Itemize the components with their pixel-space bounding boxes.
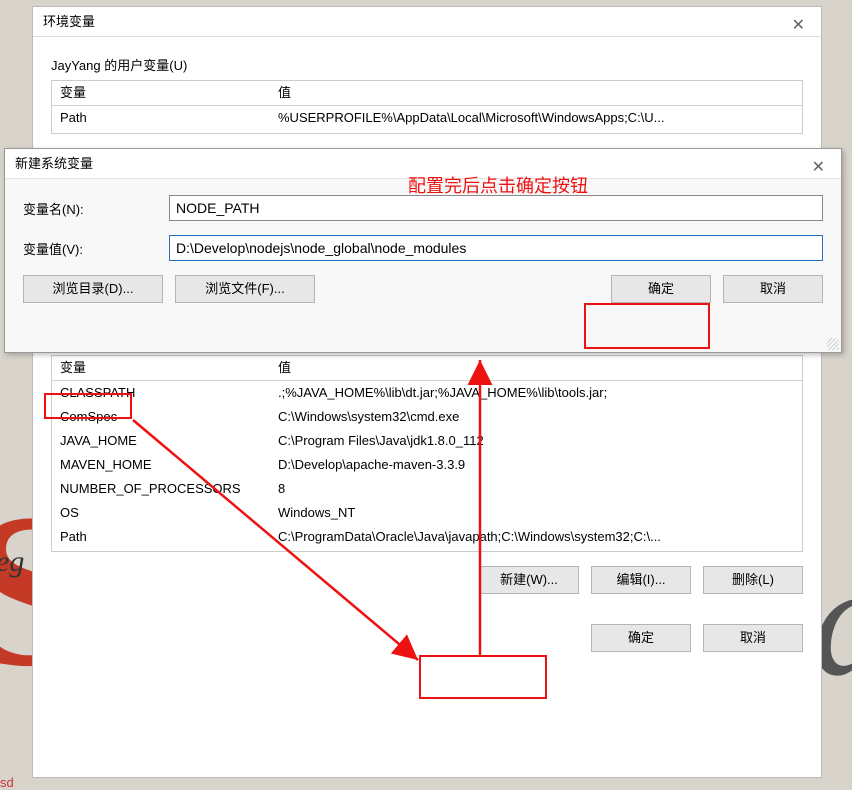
env-dialog-title: 环境变量 bbox=[43, 14, 95, 29]
close-icon[interactable]: ✕ bbox=[782, 9, 815, 43]
table-row[interactable]: JAVA_HOMEC:\Program Files\Java\jdk1.8.0_… bbox=[52, 429, 802, 453]
corner-text-sd: sd bbox=[0, 775, 14, 790]
sys-new-button[interactable]: 新建(W)... bbox=[479, 566, 579, 594]
table-row[interactable]: OSWindows_NT bbox=[52, 501, 802, 525]
table-row[interactable]: NUMBER_OF_PROCESSORS8 bbox=[52, 477, 802, 501]
resize-grip-icon[interactable] bbox=[827, 338, 839, 350]
column-header-value[interactable]: 值 bbox=[270, 81, 802, 105]
browse-directory-button[interactable]: 浏览目录(D)... bbox=[23, 275, 163, 303]
system-variables-rows[interactable]: CLASSPATH.;%JAVA_HOME%\lib\dt.jar;%JAVA_… bbox=[52, 381, 802, 551]
background-letters-eg: eg bbox=[0, 545, 24, 579]
table-row[interactable]: PathC:\ProgramData\Oracle\Java\javapath;… bbox=[52, 525, 802, 549]
cell-variable: ComSpec bbox=[52, 405, 270, 429]
variable-value-input[interactable] bbox=[169, 235, 823, 261]
cancel-button[interactable]: 取消 bbox=[723, 275, 823, 303]
cell-value: C:\ProgramData\Oracle\Java\javapath;C:\W… bbox=[270, 525, 802, 549]
cell-value: Windows_NT bbox=[270, 501, 802, 525]
cell-value: C:\Program Files\Java\jdk1.8.0_112 bbox=[270, 429, 802, 453]
new-dialog-title: 新建系统变量 bbox=[15, 156, 93, 171]
variable-name-label: 变量名(N): bbox=[23, 199, 169, 218]
cell-variable: MAVEN_HOME bbox=[52, 453, 270, 477]
sys-del-button[interactable]: 删除(L) bbox=[703, 566, 803, 594]
cell-variable: Path bbox=[52, 106, 270, 130]
browse-file-button[interactable]: 浏览文件(F)... bbox=[175, 275, 315, 303]
cell-value: .COM;.EXE;.BAT;.CMD;.VBS;.VBE;.JS;.JSE;.… bbox=[270, 549, 802, 551]
cell-variable: PATHEXT bbox=[52, 549, 270, 551]
cell-variable: JAVA_HOME bbox=[52, 429, 270, 453]
system-variables-table: 变量 值 CLASSPATH.;%JAVA_HOME%\lib\dt.jar;%… bbox=[51, 355, 803, 552]
cell-value: .;%JAVA_HOME%\lib\dt.jar;%JAVA_HOME%\lib… bbox=[270, 381, 802, 405]
new-dialog-titlebar[interactable]: 新建系统变量 ✕ bbox=[5, 149, 841, 179]
cell-value: C:\Windows\system32\cmd.exe bbox=[270, 405, 802, 429]
variable-value-label: 变量值(V): bbox=[23, 239, 169, 258]
system-variables-buttons: 新建(W)... 编辑(I)... 删除(L) bbox=[51, 566, 803, 594]
user-variables-table: 变量 值 Path %USERPROFILE%\AppData\Local\Mi… bbox=[51, 80, 803, 134]
ok-button[interactable]: 确定 bbox=[611, 275, 711, 303]
new-system-variable-dialog: 新建系统变量 ✕ 变量名(N): 变量值(V): 浏览目录(D)... 浏览文件… bbox=[4, 148, 842, 353]
cell-variable: CLASSPATH bbox=[52, 381, 270, 405]
table-row[interactable]: Path %USERPROFILE%\AppData\Local\Microso… bbox=[52, 106, 802, 130]
cancel-button[interactable]: 取消 bbox=[703, 624, 803, 652]
environment-variables-dialog: 环境变量 ✕ JayYang 的用户变量(U) 变量 值 Path %USERP… bbox=[32, 6, 822, 778]
cell-value: %USERPROFILE%\AppData\Local\Microsoft\Wi… bbox=[270, 106, 802, 130]
cell-variable: Path bbox=[52, 525, 270, 549]
cell-value: D:\Develop\apache-maven-3.3.9 bbox=[270, 453, 802, 477]
table-row[interactable]: PATHEXT.COM;.EXE;.BAT;.CMD;.VBS;.VBE;.JS… bbox=[52, 549, 802, 551]
column-header-variable[interactable]: 变量 bbox=[52, 356, 270, 380]
sys-edit-button[interactable]: 编辑(I)... bbox=[591, 566, 691, 594]
cell-variable: NUMBER_OF_PROCESSORS bbox=[52, 477, 270, 501]
table-row[interactable]: MAVEN_HOMED:\Develop\apache-maven-3.3.9 bbox=[52, 453, 802, 477]
cell-value: 8 bbox=[270, 477, 802, 501]
table-row[interactable]: ComSpecC:\Windows\system32\cmd.exe bbox=[52, 405, 802, 429]
user-variables-label: JayYang 的用户变量(U) bbox=[51, 55, 803, 74]
column-header-variable[interactable]: 变量 bbox=[52, 81, 270, 105]
table-row[interactable]: CLASSPATH.;%JAVA_HOME%\lib\dt.jar;%JAVA_… bbox=[52, 381, 802, 405]
variable-name-input[interactable] bbox=[169, 195, 823, 221]
column-header-value[interactable]: 值 bbox=[270, 356, 802, 380]
env-dialog-titlebar[interactable]: 环境变量 ✕ bbox=[33, 7, 821, 37]
close-icon[interactable]: ✕ bbox=[802, 151, 835, 185]
ok-button[interactable]: 确定 bbox=[591, 624, 691, 652]
user-variables-rows[interactable]: Path %USERPROFILE%\AppData\Local\Microso… bbox=[52, 106, 802, 130]
dialog-buttons: 确定 取消 bbox=[51, 624, 803, 652]
cell-variable: OS bbox=[52, 501, 270, 525]
